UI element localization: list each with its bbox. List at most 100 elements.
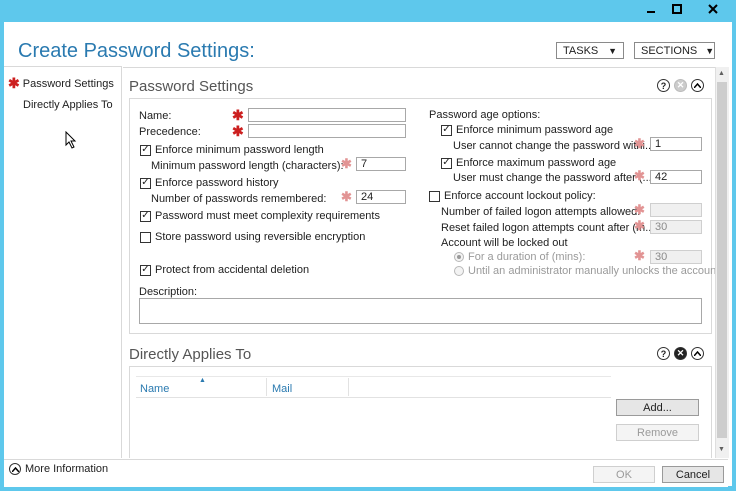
question-icon[interactable]: ?: [657, 79, 670, 92]
checkbox-checked-icon: ✓: [140, 210, 151, 222]
chevron-up-icon[interactable]: [691, 347, 704, 360]
maximize-button[interactable]: [664, 0, 690, 18]
sort-ascending-icon: ▲: [199, 377, 206, 384]
reversible-encryption-checkbox[interactable]: Store password using reversible encrypti…: [140, 231, 365, 243]
applies-to-table-header: [136, 376, 611, 398]
column-header-name[interactable]: Name: [140, 383, 169, 395]
scrollbar-thumb[interactable]: [717, 82, 727, 438]
page-title: Create Password Settings:: [18, 40, 255, 62]
reset-count-field[interactable]: 30: [650, 220, 702, 234]
checkbox-unchecked-icon: [429, 190, 440, 202]
more-info-label: More Information: [25, 463, 109, 475]
checkbox-label: Protect from accidental deletion: [155, 264, 310, 276]
min-length-field[interactable]: 7: [356, 157, 406, 171]
enforce-history-checkbox[interactable]: ✓ Enforce password history: [140, 177, 279, 189]
min-age-field[interactable]: 1: [650, 137, 702, 151]
duration-field[interactable]: 30: [650, 250, 702, 264]
remove-button[interactable]: Remove: [616, 424, 699, 441]
asterisk-icon: ✱: [341, 156, 352, 171]
name-label: Name:: [139, 110, 172, 122]
sections-dropdown[interactable]: SECTIONS ▼: [634, 42, 715, 59]
x-circle-icon[interactable]: ✕: [674, 347, 687, 360]
checkbox-label: Enforce account lockout policy:: [444, 190, 596, 202]
asterisk-icon: ✱: [341, 189, 352, 204]
nav-item-password-settings[interactable]: ✱ Password Settings: [8, 75, 114, 92]
question-icon[interactable]: ?: [657, 347, 670, 360]
checkbox-checked-icon: ✓: [140, 264, 151, 276]
checkbox-checked-icon: ✓: [140, 177, 151, 189]
max-age-field[interactable]: 42: [650, 170, 702, 184]
enforce-min-length-checkbox[interactable]: ✓ Enforce minimum password length: [140, 144, 324, 156]
asterisk-icon: ✱: [634, 168, 645, 183]
column-header-mail[interactable]: Mail: [272, 383, 292, 395]
checkbox-label: Password must meet complexity requiremen…: [155, 210, 380, 222]
asterisk-icon: ✱: [634, 136, 645, 151]
column-divider: [348, 378, 349, 396]
lockout-checkbox[interactable]: Enforce account lockout policy:: [429, 190, 596, 202]
scroll-down-icon[interactable]: ▼: [718, 446, 725, 453]
checkbox-label: Enforce maximum password age: [456, 157, 617, 169]
password-settings-title: Password Settings: [129, 78, 254, 95]
complexity-checkbox[interactable]: ✓ Password must meet complexity requirem…: [140, 210, 380, 222]
x-circle-icon: ✕: [674, 79, 687, 92]
asterisk-icon: ✱: [634, 202, 645, 217]
min-length-label: Minimum password length (characters):: [151, 160, 344, 172]
checkbox-checked-icon: ✓: [140, 144, 151, 156]
min-age-label: User cannot change the password withi...: [453, 140, 655, 152]
protect-deletion-checkbox[interactable]: ✓ Protect from accidental deletion: [140, 264, 309, 276]
name-field[interactable]: [248, 108, 406, 122]
asterisk-icon: ✱: [232, 123, 244, 139]
checkbox-checked-icon: ✓: [441, 124, 452, 136]
close-window-button[interactable]: [690, 0, 736, 18]
mouse-pointer-icon: [65, 131, 77, 149]
nav-item-directly-applies-to[interactable]: Directly Applies To: [23, 99, 113, 111]
tasks-dropdown[interactable]: TASKS ▼: [556, 42, 624, 59]
locked-out-label: Account will be locked out: [441, 237, 568, 249]
age-options-label: Password age options:: [429, 109, 541, 121]
description-field[interactable]: [139, 298, 702, 324]
add-button[interactable]: Add...: [616, 399, 699, 416]
asterisk-icon: ✱: [8, 75, 20, 91]
radio-label: For a duration of (mins):: [468, 251, 586, 263]
duration-radio[interactable]: For a duration of (mins):: [454, 251, 585, 263]
chevron-up-icon[interactable]: [691, 79, 704, 92]
history-field[interactable]: 24: [356, 190, 406, 204]
enforce-min-age-checkbox[interactable]: ✓ Enforce minimum password age: [441, 124, 613, 136]
failed-attempts-field[interactable]: [650, 203, 702, 217]
precedence-label: Precedence:: [139, 126, 201, 138]
column-divider: [266, 378, 267, 396]
admin-unlock-radio[interactable]: Until an administrator manually unlocks …: [454, 265, 719, 277]
asterisk-icon: ✱: [634, 218, 645, 233]
reset-count-label: Reset failed logon attempts count after …: [441, 222, 655, 234]
ok-button[interactable]: OK: [593, 466, 655, 483]
dropdown-arrow-icon: ▼: [608, 45, 617, 56]
history-label: Number of passwords remembered:: [151, 193, 327, 205]
chevron-up-circle-icon: [9, 463, 21, 475]
applies-to-title: Directly Applies To: [129, 346, 252, 363]
radio-unselected-icon: [454, 266, 464, 276]
asterisk-icon: ✱: [232, 107, 244, 123]
minimize-button[interactable]: [638, 0, 664, 18]
checkbox-label: Enforce minimum password length: [155, 144, 324, 156]
cancel-button[interactable]: Cancel: [662, 466, 724, 483]
sections-label: SECTIONS: [641, 44, 698, 57]
precedence-field[interactable]: [248, 124, 406, 138]
checkbox-label: Store password using reversible encrypti…: [155, 231, 366, 243]
asterisk-icon: ✱: [634, 248, 645, 263]
checkbox-unchecked-icon: [140, 231, 151, 243]
window-controls: [638, 0, 736, 20]
description-label: Description:: [139, 286, 198, 298]
scroll-up-icon[interactable]: ▲: [718, 70, 725, 77]
more-information-toggle[interactable]: More Information: [9, 463, 108, 475]
failed-attempts-label: Number of failed logon attempts allowed:: [441, 206, 641, 218]
section-nav: [4, 66, 122, 458]
close-icon: [708, 4, 718, 14]
nav-label: Password Settings: [22, 77, 114, 90]
minimize-icon: [647, 11, 655, 13]
checkbox-label: Enforce password history: [155, 177, 279, 189]
max-age-label: User must change the password after (...: [453, 172, 652, 184]
maximize-icon: [672, 4, 682, 14]
dropdown-arrow-icon: ▼: [705, 45, 715, 56]
enforce-max-age-checkbox[interactable]: ✓ Enforce maximum password age: [441, 157, 616, 169]
radio-selected-icon: [454, 252, 464, 262]
